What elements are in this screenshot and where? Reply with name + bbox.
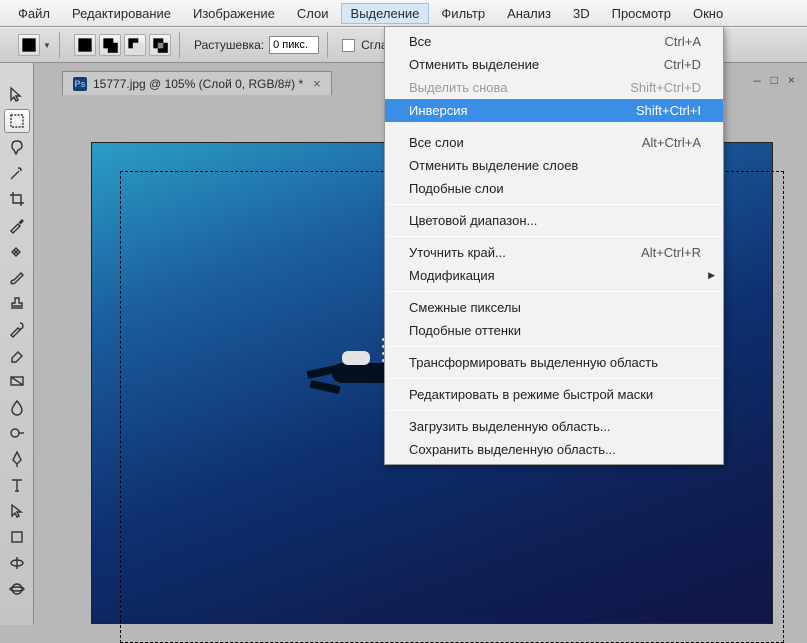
menu-select-refine-edge[interactable]: Уточнить край...Alt+Ctrl+R: [385, 241, 723, 264]
eraser-tool-icon[interactable]: [4, 343, 30, 367]
selection-subtract-icon[interactable]: [124, 34, 146, 56]
crop-tool-icon[interactable]: [4, 187, 30, 211]
antialias-checkbox[interactable]: [342, 39, 355, 52]
menu-select-deselect[interactable]: Отменить выделениеCtrl+D: [385, 53, 723, 76]
separator: [387, 204, 721, 205]
rotate-3d-tool-icon[interactable]: [4, 551, 30, 575]
menu-filter[interactable]: Фильтр: [431, 3, 495, 24]
menu-edit[interactable]: Редактирование: [62, 3, 181, 24]
minimize-icon[interactable]: —: [753, 74, 760, 88]
menu-view[interactable]: Просмотр: [602, 3, 681, 24]
menu-image[interactable]: Изображение: [183, 3, 285, 24]
separator: [387, 291, 721, 292]
menubar: Файл Редактирование Изображение Слои Выд…: [0, 0, 807, 26]
document-title: 15777.jpg @ 105% (Слой 0, RGB/8#) *: [93, 77, 303, 91]
menu-select-all[interactable]: ВсеCtrl+A: [385, 30, 723, 53]
menu-select-deselect-layers[interactable]: Отменить выделение слоев: [385, 154, 723, 177]
menu-file[interactable]: Файл: [8, 3, 60, 24]
selection-new-icon[interactable]: [74, 34, 96, 56]
heal-tool-icon[interactable]: [4, 239, 30, 263]
select-menu-dropdown: ВсеCtrl+A Отменить выделениеCtrl+D Выдел…: [384, 26, 724, 465]
pen-tool-icon[interactable]: [4, 447, 30, 471]
menu-select-modify[interactable]: Модификация▶: [385, 264, 723, 287]
history-brush-tool-icon[interactable]: [4, 317, 30, 341]
tools-panel: [0, 63, 34, 625]
feather-input[interactable]: [269, 36, 319, 54]
menu-select-color-range[interactable]: Цветовой диапазон...: [385, 209, 723, 232]
dodge-tool-icon[interactable]: [4, 421, 30, 445]
selection-add-icon[interactable]: [99, 34, 121, 56]
marquee-tool-icon[interactable]: [18, 34, 40, 56]
feather-label: Растушевка:: [194, 38, 264, 52]
wand-tool-icon[interactable]: [4, 161, 30, 185]
orbit-3d-tool-icon[interactable]: [4, 577, 30, 601]
brush-tool-icon[interactable]: [4, 265, 30, 289]
separator: [387, 126, 721, 127]
menu-select-similar[interactable]: Подобные оттенки: [385, 319, 723, 342]
separator: [387, 378, 721, 379]
path-select-tool-icon[interactable]: [4, 499, 30, 523]
shape-tool-icon[interactable]: [4, 525, 30, 549]
submenu-arrow-icon: ▶: [708, 270, 715, 281]
menu-select-load[interactable]: Загрузить выделенную область...: [385, 415, 723, 438]
lasso-tool-icon[interactable]: [4, 135, 30, 159]
menu-select-grow[interactable]: Смежные пикселы: [385, 296, 723, 319]
document-tab[interactable]: Ps 15777.jpg @ 105% (Слой 0, RGB/8#) * ×: [62, 71, 332, 95]
blur-tool-icon[interactable]: [4, 395, 30, 419]
separator: [387, 346, 721, 347]
eyedropper-tool-icon[interactable]: [4, 213, 30, 237]
separator: [387, 236, 721, 237]
menu-layer[interactable]: Слои: [287, 3, 339, 24]
menu-window[interactable]: Окно: [683, 3, 733, 24]
gradient-tool-icon[interactable]: [4, 369, 30, 393]
menu-select-similar-layers[interactable]: Подобные слои: [385, 177, 723, 200]
type-tool-icon[interactable]: [4, 473, 30, 497]
menu-select-transform[interactable]: Трансформировать выделенную область: [385, 351, 723, 374]
menu-3d[interactable]: 3D: [563, 3, 600, 24]
ps-file-icon: Ps: [73, 77, 87, 91]
close-icon[interactable]: ×: [788, 74, 795, 88]
move-tool-icon[interactable]: [4, 83, 30, 107]
separator: [387, 410, 721, 411]
tool-preset-dropdown-icon[interactable]: ▼: [43, 41, 51, 50]
marquee-tool-icon[interactable]: [4, 109, 30, 133]
close-tab-icon[interactable]: ×: [313, 76, 321, 91]
menu-select-inverse[interactable]: ИнверсияShift+Ctrl+I: [385, 99, 723, 122]
menu-select-reselect: Выделить сноваShift+Ctrl+D: [385, 76, 723, 99]
menu-select-save[interactable]: Сохранить выделенную область...: [385, 438, 723, 461]
menu-analysis[interactable]: Анализ: [497, 3, 561, 24]
stamp-tool-icon[interactable]: [4, 291, 30, 315]
menu-select[interactable]: Выделение: [341, 3, 430, 24]
menu-select-all-layers[interactable]: Все слоиAlt+Ctrl+A: [385, 131, 723, 154]
window-controls: — □ ×: [753, 74, 795, 88]
selection-intersect-icon[interactable]: [149, 34, 171, 56]
maximize-icon[interactable]: □: [771, 74, 778, 88]
menu-select-quick-mask[interactable]: Редактировать в режиме быстрой маски: [385, 383, 723, 406]
